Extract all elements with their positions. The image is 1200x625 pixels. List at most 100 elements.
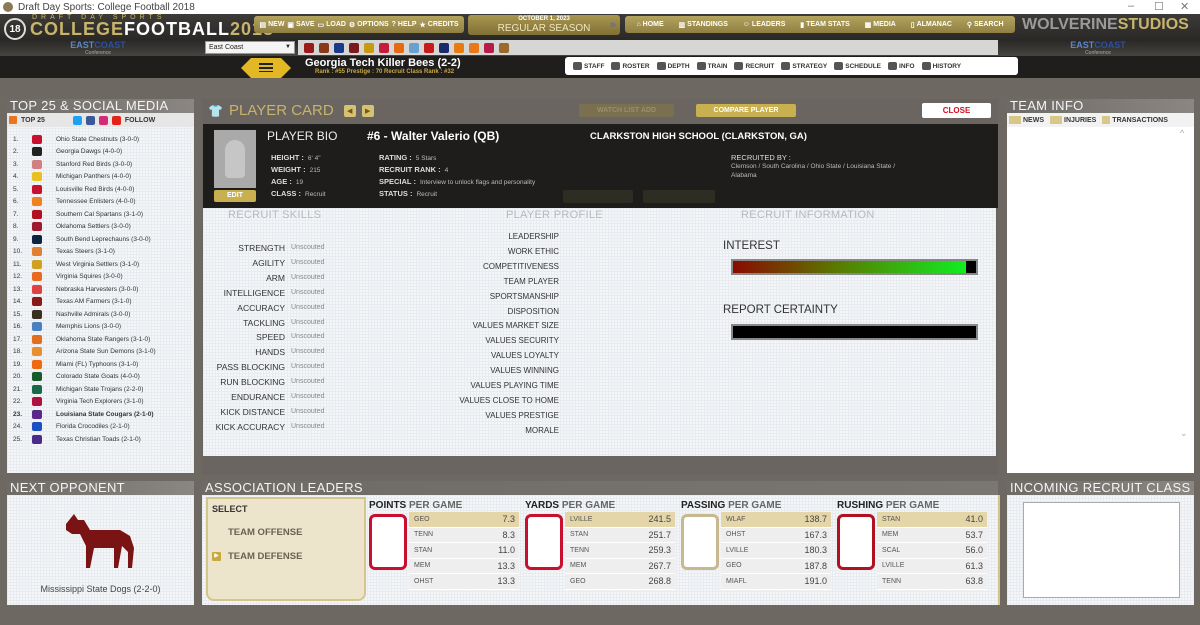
season-status[interactable]: OCTOBER 1, 2023 REGULAR SEASON » [468, 15, 620, 35]
close-window-button[interactable]: ✕ [1180, 0, 1189, 13]
team-nav-train[interactable]: TRAIN [696, 62, 727, 70]
team-nav-info[interactable]: INFO [888, 62, 915, 70]
scroll-up-icon[interactable]: ^ [1180, 128, 1184, 138]
team-nav-schedule[interactable]: SCHEDULE [834, 62, 881, 70]
minimize-button[interactable]: – [1128, 0, 1134, 12]
leader-row[interactable]: OHST 13.3 [409, 574, 519, 590]
leader-row[interactable]: LVILLE 241.5 [565, 512, 675, 528]
menu-load[interactable]: ▭ LOAD [317, 21, 345, 29]
top25-row[interactable]: 22. Virginia Tech Explorers (3-1-0) [8, 396, 193, 409]
nav-media[interactable]: ▦ MEDIA [865, 21, 896, 29]
team-nav-strategy[interactable]: STRATEGY [781, 62, 827, 70]
leader-row[interactable]: LVILLE 180.3 [721, 543, 831, 559]
instagram-icon[interactable] [98, 115, 108, 125]
leader-row[interactable]: WLAF 138.7 [721, 512, 831, 528]
top25-row[interactable]: 7. Southern Cal Spartans (3-1-0) [8, 208, 193, 221]
follow-label[interactable]: FOLLOW [125, 117, 155, 124]
conference-team-logo[interactable] [319, 42, 329, 53]
top25-row[interactable]: 15. Nashville Admirals (3-0-0) [8, 308, 193, 321]
watch-list-add-button[interactable]: WATCH LIST ADD [579, 104, 674, 117]
leader-row[interactable]: GEO 187.8 [721, 558, 831, 574]
youtube-icon[interactable] [111, 115, 121, 125]
top25-row[interactable]: 16. Memphis Lions (3-0-0) [8, 321, 193, 334]
top25-row[interactable]: 21. Michigan State Trojans (2-2-0) [8, 383, 193, 396]
leader-row[interactable]: STAN 41.0 [877, 512, 987, 528]
conference-team-logo[interactable] [439, 42, 449, 53]
team-offense-option[interactable]: TEAM OFFENSE [228, 527, 302, 538]
leader-row[interactable]: GEO 268.8 [565, 574, 675, 590]
menu-options[interactable]: ⚙ OPTIONS [349, 21, 389, 29]
team-nav-history[interactable]: HISTORY [921, 62, 961, 70]
twitter-icon[interactable] [72, 115, 82, 125]
leader-row[interactable]: MEM 13.3 [409, 558, 519, 574]
conference-team-logo[interactable] [469, 42, 479, 53]
top25-row[interactable]: 24. Florida Crocodiles (2-1-0) [8, 421, 193, 434]
leader-row[interactable]: TENN 8.3 [409, 527, 519, 543]
top25-row[interactable]: 3. Stanford Red Birds (3-0-0) [8, 158, 193, 171]
nav-almanac[interactable]: ▯ ALMANAC [911, 21, 952, 29]
conference-team-logo[interactable] [349, 42, 359, 53]
nav-team-stats[interactable]: ▮ TEAM STATS [800, 21, 850, 29]
maximize-button[interactable]: ☐ [1154, 0, 1164, 13]
tab-news[interactable]: NEWS [1009, 116, 1044, 124]
conference-team-logo[interactable] [364, 42, 374, 53]
recruit-class-list[interactable] [1023, 502, 1180, 598]
top25-row[interactable]: 11. West Virginia Settlers (3-1-0) [8, 258, 193, 271]
leader-row[interactable]: MEM 53.7 [877, 527, 987, 543]
top25-row[interactable]: 17. Oklahoma State Rangers (3-1-0) [8, 333, 193, 346]
conference-team-logo[interactable] [424, 42, 434, 53]
nav-search[interactable]: ⚲ SEARCH [967, 21, 1004, 29]
disabled-action-button-2[interactable] [643, 190, 715, 203]
menu-save[interactable]: ▣ SAVE [287, 21, 314, 29]
leader-row[interactable]: STAN 251.7 [565, 527, 675, 543]
leader-row[interactable]: MEM 267.7 [565, 558, 675, 574]
top25-row[interactable]: 8. Oklahoma Settlers (3-0-0) [8, 221, 193, 234]
leader-row[interactable]: TENN 63.8 [877, 574, 987, 590]
leader-row[interactable]: SCAL 56.0 [877, 543, 987, 559]
conference-team-logo[interactable] [484, 42, 494, 53]
top25-row[interactable]: 2. Georgia Dawgs (4-0-0) [8, 146, 193, 159]
leader-row[interactable]: MIAFL 191.0 [721, 574, 831, 590]
leader-row[interactable]: TENN 259.3 [565, 543, 675, 559]
leader-row[interactable]: OHST 167.3 [721, 527, 831, 543]
top25-row[interactable]: 23. Louisiana State Cougars (2-1-0) [8, 408, 193, 421]
disabled-action-button-1[interactable] [563, 190, 633, 203]
facebook-icon[interactable] [85, 115, 95, 125]
top25-row[interactable]: 1. Ohio State Chestnuts (3-0-0) [8, 133, 193, 146]
conference-team-logo[interactable] [409, 42, 419, 53]
top25-row[interactable]: 9. South Bend Leprechauns (3-0-0) [8, 233, 193, 246]
team-defense-option[interactable]: TEAM DEFENSE [228, 551, 302, 562]
top25-row[interactable]: 14. Texas AM Farmers (3-1-0) [8, 296, 193, 309]
nav-standings[interactable]: ▥ STANDINGS [679, 21, 728, 29]
nav-home[interactable]: ⌂ HOME [636, 21, 663, 28]
team-nav-depth[interactable]: DEPTH [656, 62, 690, 70]
menu-help[interactable]: ? HELP [392, 21, 417, 28]
tab-injuries[interactable]: INJURIES [1050, 116, 1096, 124]
top25-row[interactable]: 13. Nebraska Harvesters (3-0-0) [8, 283, 193, 296]
conference-team-logo[interactable] [394, 42, 404, 53]
rss-icon[interactable] [9, 116, 17, 124]
top25-row[interactable]: 20. Colorado State Goats (4-0-0) [8, 371, 193, 384]
advance-icon[interactable]: » [610, 19, 616, 31]
nav-leaders[interactable]: ☺ LEADERS [743, 21, 786, 28]
top25-row[interactable]: 4. Michigan Panthers (4-0-0) [8, 171, 193, 184]
conference-select[interactable]: East Coast ▼ [205, 41, 295, 54]
leader-row[interactable]: STAN 11.0 [409, 543, 519, 559]
tab-transactions[interactable]: TRANSACTIONS [1102, 116, 1168, 124]
top25-row[interactable]: 10. Texas Steers (3-1-0) [8, 246, 193, 259]
leader-row[interactable]: GEO 7.3 [409, 512, 519, 528]
conference-team-logo[interactable] [454, 42, 464, 53]
top25-row[interactable]: 6. Tennessee Enlisters (4-0-0) [8, 196, 193, 209]
close-button[interactable]: CLOSE [922, 103, 991, 118]
top25-row[interactable]: 5. Louisville Red Birds (4-0-0) [8, 183, 193, 196]
scroll-down-icon[interactable]: ⌄ [1180, 428, 1188, 439]
top25-row[interactable]: 12. Virginia Squires (3-0-0) [8, 271, 193, 284]
menu-new[interactable]: ▤ NEW [259, 21, 284, 29]
team-nav-roster[interactable]: ROSTER [611, 62, 650, 70]
team-nav-recruit[interactable]: RECRUIT [734, 62, 774, 70]
top25-tab[interactable]: TOP 25 [21, 117, 45, 124]
top25-row[interactable]: 25. Texas Christian Toads (2-1-0) [8, 433, 193, 446]
conference-team-logo[interactable] [334, 42, 344, 53]
conference-team-logo[interactable] [379, 42, 389, 53]
edit-button[interactable]: EDIT [214, 190, 256, 202]
